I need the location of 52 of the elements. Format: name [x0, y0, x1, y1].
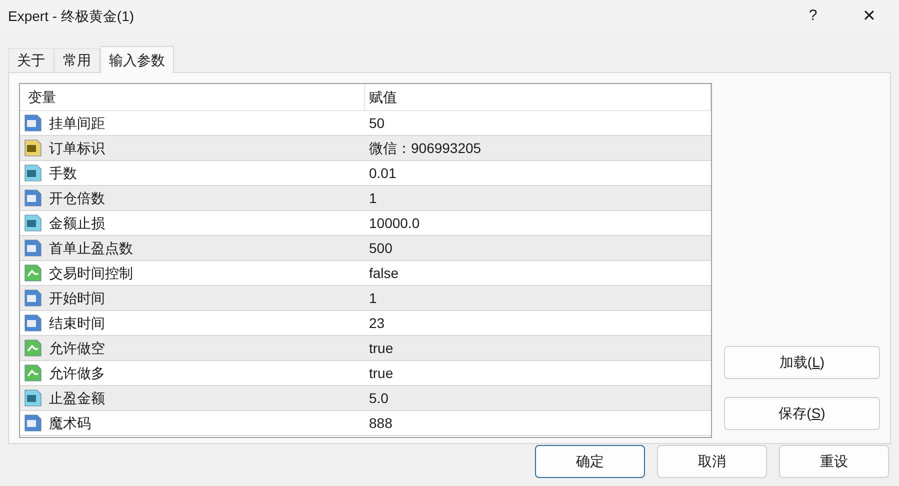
parameter-value[interactable]: false: [369, 262, 399, 284]
column-header[interactable]: 赋值: [365, 84, 711, 110]
tab[interactable]: 输入参数: [100, 46, 174, 73]
parameter-value[interactable]: 50: [369, 112, 385, 134]
parameter-name: 允许做多: [49, 364, 105, 382]
parameter-value[interactable]: 微信：906993205: [369, 138, 482, 158]
text-type-icon: [24, 139, 42, 157]
parameter-name: 开始时间: [49, 288, 105, 308]
parameter-value[interactable]: 23: [369, 312, 385, 334]
parameter-value[interactable]: true: [369, 362, 394, 384]
parameter-name: 魔术码: [49, 414, 91, 432]
close-button[interactable]: ✕: [841, 0, 897, 33]
number-type-icon: [24, 239, 42, 257]
parameter-name: 挂单间距: [49, 114, 105, 132]
tab[interactable]: 关于: [8, 48, 54, 72]
parameter-value[interactable]: 1: [369, 288, 377, 308]
switch-type-icon: [24, 264, 42, 282]
parameter-name: 结束时间: [49, 314, 105, 332]
tab[interactable]: 常用: [54, 48, 100, 72]
number-type-icon: [24, 414, 42, 432]
parameter-value[interactable]: 500: [369, 238, 392, 258]
parameter-value[interactable]: 5.0: [369, 388, 388, 408]
dialog-button[interactable]: 取消: [657, 445, 767, 478]
parameter-name: 金额止损: [49, 214, 105, 232]
number-type-icon: [24, 189, 42, 207]
parameter-name: 首单止盈点数: [49, 238, 133, 258]
fraction-type-icon: [24, 214, 42, 232]
switch-type-icon: [24, 364, 42, 382]
column-header[interactable]: 变量: [20, 84, 365, 110]
window-title: Expert - 终极黄金(1): [7, 7, 134, 26]
number-type-icon: [24, 289, 42, 307]
parameter-name: 交易时间控制: [49, 264, 133, 282]
dialog-button[interactable]: 重设: [779, 445, 889, 478]
side-button[interactable]: 加载(L): [724, 346, 880, 379]
number-type-icon: [24, 314, 42, 332]
parameter-value[interactable]: 0.01: [369, 162, 396, 184]
number-type-icon: [24, 114, 42, 132]
side-button[interactable]: 保存(S): [724, 397, 880, 430]
parameter-name: 允许做空: [49, 338, 105, 358]
help-button[interactable]: ?: [785, 0, 841, 33]
parameter-value[interactable]: 888: [369, 412, 392, 434]
dialog-button[interactable]: 确定: [535, 445, 645, 478]
parameter-name: 手数: [49, 164, 77, 182]
parameter-value[interactable]: true: [369, 338, 394, 358]
fraction-type-icon: [24, 164, 42, 182]
parameter-value[interactable]: 10000.0: [369, 212, 420, 234]
fraction-type-icon: [24, 389, 42, 407]
parameter-value[interactable]: 1: [369, 188, 377, 208]
switch-type-icon: [24, 339, 42, 357]
parameter-name: 订单标识: [49, 138, 105, 158]
parameter-name: 止盈金额: [49, 388, 105, 408]
parameter-name: 开仓倍数: [49, 188, 105, 208]
